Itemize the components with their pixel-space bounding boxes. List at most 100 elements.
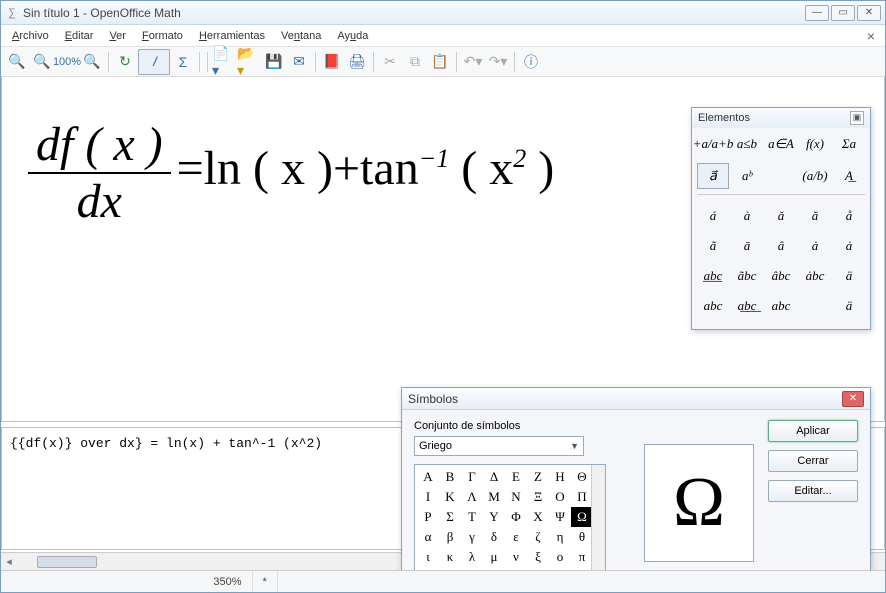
attr-bar[interactable]: ā <box>731 233 763 259</box>
zoom-out-icon[interactable]: 🔍 <box>30 50 54 74</box>
status-zoom[interactable]: 350% <box>203 571 252 592</box>
symbol-cell[interactable]: ξ <box>527 547 549 567</box>
menu-herramientas[interactable]: Herramientas <box>192 28 272 44</box>
sigma-icon[interactable]: Σ <box>171 50 195 74</box>
symbol-cell[interactable]: λ <box>461 547 483 567</box>
scrollbar-thumb[interactable] <box>37 556 97 568</box>
attr-acute[interactable]: á <box>697 203 729 229</box>
symbol-cell[interactable]: μ <box>483 547 505 567</box>
symbol-set-combo[interactable]: Griego ▼ <box>414 436 584 456</box>
symbol-cell[interactable]: Ο <box>549 487 571 507</box>
attr-strike[interactable]: abc <box>765 293 797 319</box>
menu-archivo[interactable]: Archivo <box>5 28 56 44</box>
symbol-cell[interactable]: Λ <box>461 487 483 507</box>
attr-hat[interactable]: â <box>765 233 797 259</box>
refresh-icon[interactable]: ↻ <box>113 50 137 74</box>
zoom-in-icon[interactable]: 🔍 <box>5 50 29 74</box>
zoom-fit-icon[interactable]: 🔍 <box>80 50 104 74</box>
symbol-cell[interactable]: σ <box>439 567 461 570</box>
zoom-100-icon[interactable]: 100% <box>55 50 79 74</box>
menu-editar[interactable]: Editar <box>58 28 101 44</box>
cat-functions[interactable]: f(x) <box>799 131 831 157</box>
symbol-cell[interactable]: Σ <box>439 507 461 527</box>
save-icon[interactable]: 💾 <box>262 50 286 74</box>
cat-set[interactable]: a∈A <box>765 131 797 157</box>
menu-ayuda[interactable]: Ayuda <box>330 28 375 44</box>
symbol-cell[interactable]: Γ <box>461 467 483 487</box>
print-icon[interactable]: 🖨 <box>345 50 369 74</box>
attr-tilde[interactable]: ã <box>697 233 729 259</box>
symbol-cell[interactable]: Α <box>417 467 439 487</box>
attr-overline[interactable]: abc <box>697 293 729 319</box>
symbol-cell[interactable]: Ψ <box>549 507 571 527</box>
attr-widehat[interactable]: âbc <box>765 263 797 289</box>
symbol-cell[interactable]: ε <box>505 527 527 547</box>
pdf-icon[interactable]: 📕 <box>320 50 344 74</box>
cat-operators[interactable]: Σa <box>833 131 865 157</box>
symbol-cell[interactable]: Π <box>571 487 593 507</box>
symbol-cell[interactable]: Δ <box>483 467 505 487</box>
cat-others[interactable]: aᵇ <box>731 163 763 189</box>
symbols-close-icon[interactable]: ✕ <box>842 391 864 407</box>
symbol-cell[interactable]: φ <box>527 567 549 570</box>
symbol-cell[interactable]: ν <box>505 547 527 567</box>
attr-widetilde[interactable]: ãbc <box>731 263 763 289</box>
menu-formato[interactable]: Formato <box>135 28 190 44</box>
symbol-cell[interactable]: ζ <box>527 527 549 547</box>
symbol-cell[interactable]: Β <box>439 467 461 487</box>
symbol-cell[interactable]: Υ <box>483 507 505 527</box>
symbol-cell[interactable]: Κ <box>439 487 461 507</box>
symbol-cell[interactable]: γ <box>461 527 483 547</box>
symbol-cell[interactable]: π <box>571 547 593 567</box>
attr-ddot[interactable]: ȧ <box>833 233 865 259</box>
symbol-cell[interactable]: η <box>549 527 571 547</box>
symbol-cell[interactable]: β <box>439 527 461 547</box>
symbol-cell[interactable]: Η <box>549 467 571 487</box>
symbol-cell[interactable]: δ <box>483 527 505 547</box>
cat-empty[interactable] <box>765 163 797 189</box>
symbol-cell[interactable]: Χ <box>527 507 549 527</box>
formula-cursor-icon[interactable]: 𝐼 <box>138 49 170 75</box>
attr-grave[interactable]: à <box>731 203 763 229</box>
attr-ddot2[interactable]: ä <box>833 263 865 289</box>
cat-relations[interactable]: a≤b <box>731 131 763 157</box>
attr-underline[interactable]: a͟b͟c͟ <box>731 293 763 319</box>
symbol-cell[interactable]: Θ <box>571 467 593 487</box>
cut-icon[interactable]: ✂ <box>378 50 402 74</box>
attr-dddot[interactable]: ä <box>833 293 865 319</box>
symbol-cell[interactable]: τ <box>483 567 505 570</box>
edit-button[interactable]: Editar... <box>768 480 858 502</box>
mail-icon[interactable]: ✉ <box>287 50 311 74</box>
cat-unary[interactable]: +a/a+b <box>697 131 729 157</box>
close-button[interactable]: ✕ <box>857 5 881 21</box>
menu-ventana[interactable]: Ventana <box>274 28 328 44</box>
symbols-scrollbar[interactable] <box>591 465 605 570</box>
symbol-cell[interactable]: α <box>417 527 439 547</box>
symbol-cell[interactable]: Τ <box>461 507 483 527</box>
close-dialog-button[interactable]: Cerrar <box>768 450 858 472</box>
symbol-cell[interactable]: υ <box>505 567 527 570</box>
symbols-titlebar[interactable]: Símbolos ✕ <box>402 388 870 410</box>
cat-formats[interactable]: A͟ <box>833 163 865 189</box>
attr-blank[interactable] <box>799 293 831 319</box>
symbol-cell[interactable]: Ι <box>417 487 439 507</box>
symbol-cell[interactable]: ς <box>461 567 483 570</box>
symbol-cell[interactable]: Ζ <box>527 467 549 487</box>
undo-icon[interactable]: ↶▾ <box>461 50 485 74</box>
symbol-cell[interactable]: Ν <box>505 487 527 507</box>
redo-icon[interactable]: ↷▾ <box>486 50 510 74</box>
symbol-cell[interactable]: Ω <box>571 507 593 527</box>
cat-attributes[interactable]: a⃗ <box>697 163 729 189</box>
open-icon[interactable]: 📂▾ <box>237 50 261 74</box>
apply-button[interactable]: Aplicar <box>768 420 858 442</box>
symbol-cell[interactable]: Ρ <box>417 507 439 527</box>
help-icon[interactable]: ⓘ <box>519 50 543 74</box>
symbol-cell[interactable]: Μ <box>483 487 505 507</box>
minimize-button[interactable]: — <box>805 5 829 21</box>
document-close-icon[interactable]: × <box>861 28 881 44</box>
paste-icon[interactable]: 📋 <box>428 50 452 74</box>
symbol-cell[interactable]: θ <box>571 527 593 547</box>
attr-widedot[interactable]: ȧbc <box>799 263 831 289</box>
symbol-cell[interactable]: ι <box>417 547 439 567</box>
symbol-cell[interactable]: ψ <box>571 567 593 570</box>
